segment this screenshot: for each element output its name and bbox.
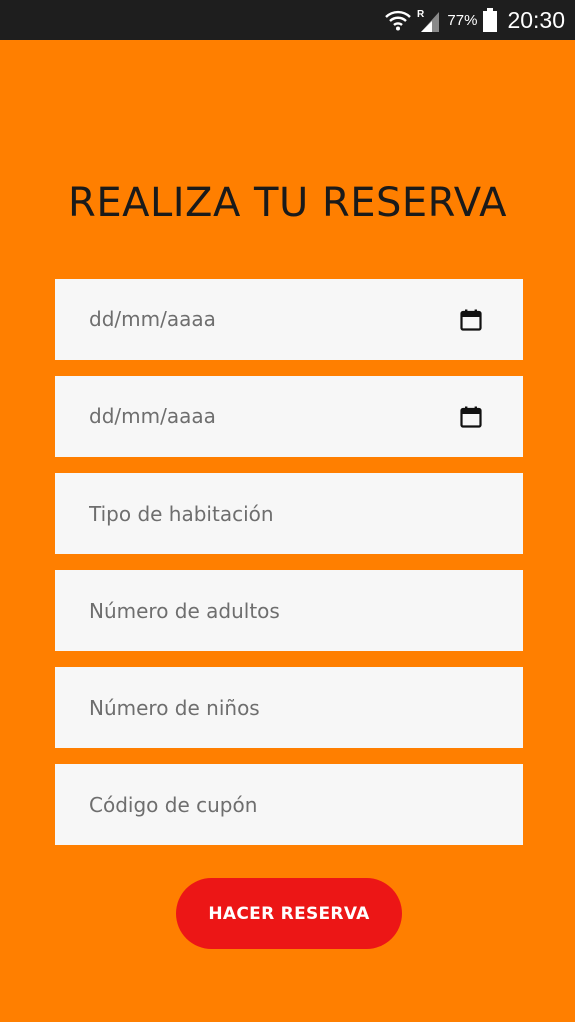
signal-roaming-icon: R [417,7,441,33]
check-in-date-placeholder: dd/mm/aaaa [89,307,216,331]
coupon-input[interactable] [55,764,523,845]
battery-percent: 77% [447,11,478,29]
room-type-input[interactable] [55,473,523,554]
status-clock: 20:30 [507,6,565,33]
check-out-date-placeholder: dd/mm/aaaa [89,404,216,428]
children-input[interactable] [55,667,523,748]
page-title: REALIZA TU RESERVA [68,180,507,226]
room-type-field [55,473,523,554]
battery-icon [483,8,498,32]
wifi-icon [385,9,412,31]
svg-text:R: R [417,9,425,20]
reservation-form: dd/mm/aaaa dd/mm/aaaa [55,279,523,861]
check-in-date-field[interactable]: dd/mm/aaaa [55,279,523,360]
children-field [55,667,523,748]
submit-reservation-button[interactable]: HACER RESERVA [176,878,402,949]
status-icons: R 77% 20:30 [385,0,565,40]
coupon-field [55,764,523,845]
status-bar: R 77% 20:30 [0,0,575,40]
adults-field [55,570,523,651]
calendar-icon[interactable] [460,406,482,428]
adults-input[interactable] [55,570,523,651]
calendar-icon[interactable] [460,309,482,331]
check-out-date-field[interactable]: dd/mm/aaaa [55,376,523,457]
